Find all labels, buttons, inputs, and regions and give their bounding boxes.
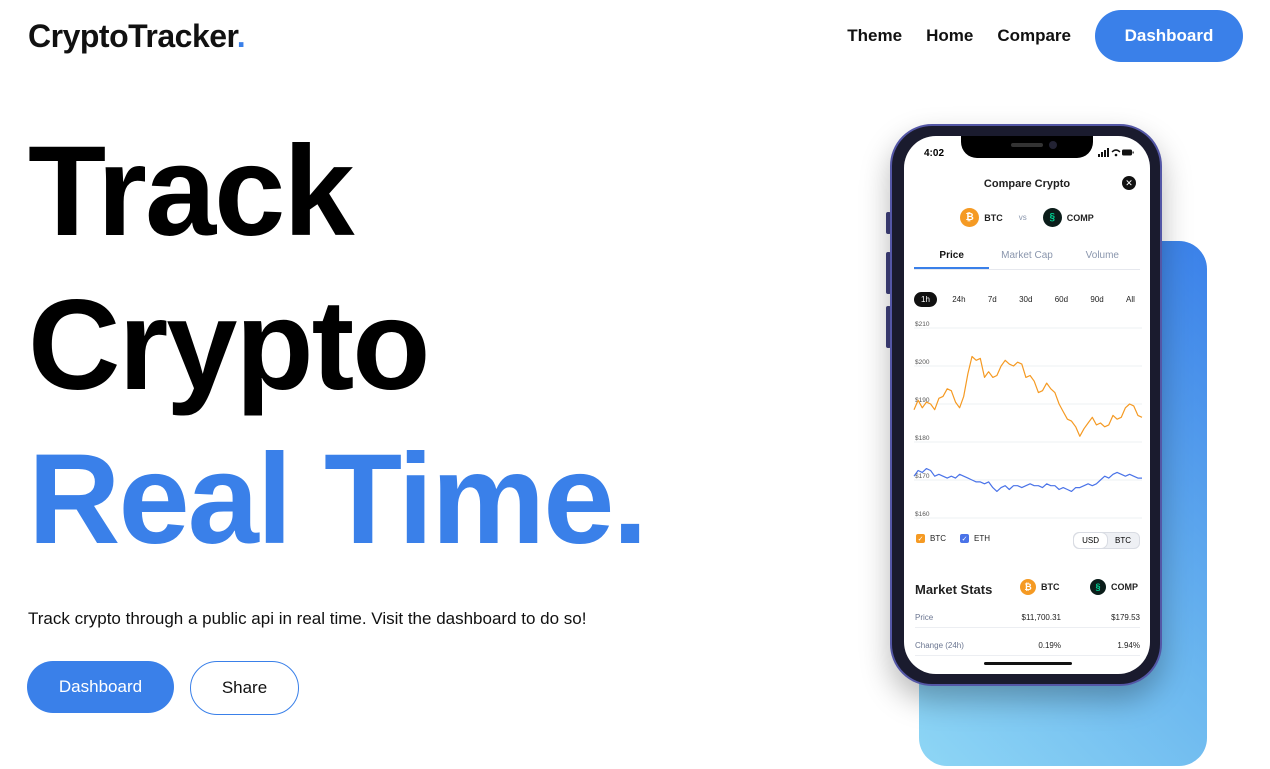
price-chart: $210 $200 $190 $180 $170 $160 [912,318,1144,528]
y-tick-label: $180 [915,435,930,442]
logo-text: CryptoTracker [28,18,237,54]
stats-coin-a: BTC [1041,582,1060,592]
hero-heading-line-3: Real Time. [28,428,648,571]
hero-dashboard-button[interactable]: Dashboard [27,661,174,713]
hero-heading-line-1: Track [28,120,354,263]
nav-dashboard-button[interactable]: Dashboard [1095,10,1243,62]
stats-row-label: Price [915,613,934,622]
bitcoin-icon: ₿ [1020,579,1036,595]
currency-usd[interactable]: USD [1074,533,1107,548]
logo[interactable]: CryptoTracker. [28,18,246,55]
app-title: Compare Crypto [983,178,1071,190]
y-tick-label: $210 [915,321,930,328]
stats-row-value-b: $179.53 [1111,613,1140,622]
nav-link-theme[interactable]: Theme [847,26,902,46]
stats-row-value-a: $11,700.31 [1021,613,1061,622]
close-icon[interactable]: ✕ [1122,176,1136,190]
phone-notch [961,136,1093,158]
stats-coin-b: COMP [1111,582,1138,592]
nav-link-compare[interactable]: Compare [997,26,1071,46]
stats-row-label: Change (24h) [915,641,964,650]
top-nav: Theme Home Compare Dashboard [847,10,1243,62]
series-line-btc [913,355,1143,437]
bitcoin-icon: ₿ [960,208,980,227]
vs-label: vs [1018,213,1027,222]
tab-market-cap[interactable]: Market Cap [989,246,1064,269]
status-icons [1098,148,1134,159]
y-tick-label: $170 [915,473,930,480]
coin-pair: ₿ BTC vs § COMP [904,208,1150,227]
y-tick-label: $200 [915,359,930,366]
logo-dot: . [236,18,246,54]
stats-row-value-a: 0.19% [1038,641,1061,650]
range-all[interactable]: All [1119,292,1142,307]
range-24h[interactable]: 24h [945,292,972,307]
price-chart-svg: $210$200$190$180$170$160 [913,321,1143,519]
range-30d[interactable]: 30d [1012,292,1039,307]
hero-subtitle: Track crypto through a public api in rea… [28,609,587,628]
legend-eth: ETH [974,534,990,543]
phone-screen: 4:02 Compare Crypto ✕ ₿ BTC vs § COMP Pr… [904,136,1150,674]
status-time: 4:02 [924,148,945,159]
home-indicator [984,662,1072,665]
coin-a-label: BTC [984,212,1003,223]
stats-row-value-b: 1.94% [1117,641,1140,650]
checkbox-btc[interactable]: ✓ [916,534,925,543]
hero-heading-line-2: Crypto [28,274,430,417]
range-1h[interactable]: 1h [914,292,937,307]
y-tick-label: $160 [915,511,930,518]
range-90d[interactable]: 90d [1083,292,1110,307]
compound-icon: § [1090,579,1106,595]
chart-legend: ✓ BTC ✓ ETH [916,534,990,543]
time-range-selector: 1h 24h 7d 30d 60d 90d All [914,292,1142,307]
hero-share-button[interactable]: Share [190,661,299,715]
legend-btc: BTC [930,534,946,543]
stats-row: Price $11,700.31 $179.53 [915,608,1140,628]
stats-row: Change (24h) 0.19% 1.94% [915,636,1140,656]
phone-mockup: 4:02 Compare Crypto ✕ ₿ BTC vs § COMP Pr… [890,124,1162,686]
stats-head-btc: ₿ BTC [1020,579,1060,595]
metric-tabs: Price Market Cap Volume [914,246,1140,270]
tab-price[interactable]: Price [914,246,990,269]
coin-b-label: COMP [1066,212,1094,223]
nav-link-home[interactable]: Home [926,26,973,46]
range-7d[interactable]: 7d [981,292,1004,307]
currency-toggle: USD BTC [1073,532,1140,549]
market-stats-title: Market Stats [915,582,993,597]
signal-wifi-battery-icon [1098,148,1134,157]
tab-volume[interactable]: Volume [1065,246,1140,269]
stats-head-comp: § COMP [1090,579,1138,595]
compound-icon: § [1042,208,1062,227]
currency-btc[interactable]: BTC [1107,533,1139,548]
range-60d[interactable]: 60d [1048,292,1075,307]
checkbox-eth[interactable]: ✓ [960,534,969,543]
